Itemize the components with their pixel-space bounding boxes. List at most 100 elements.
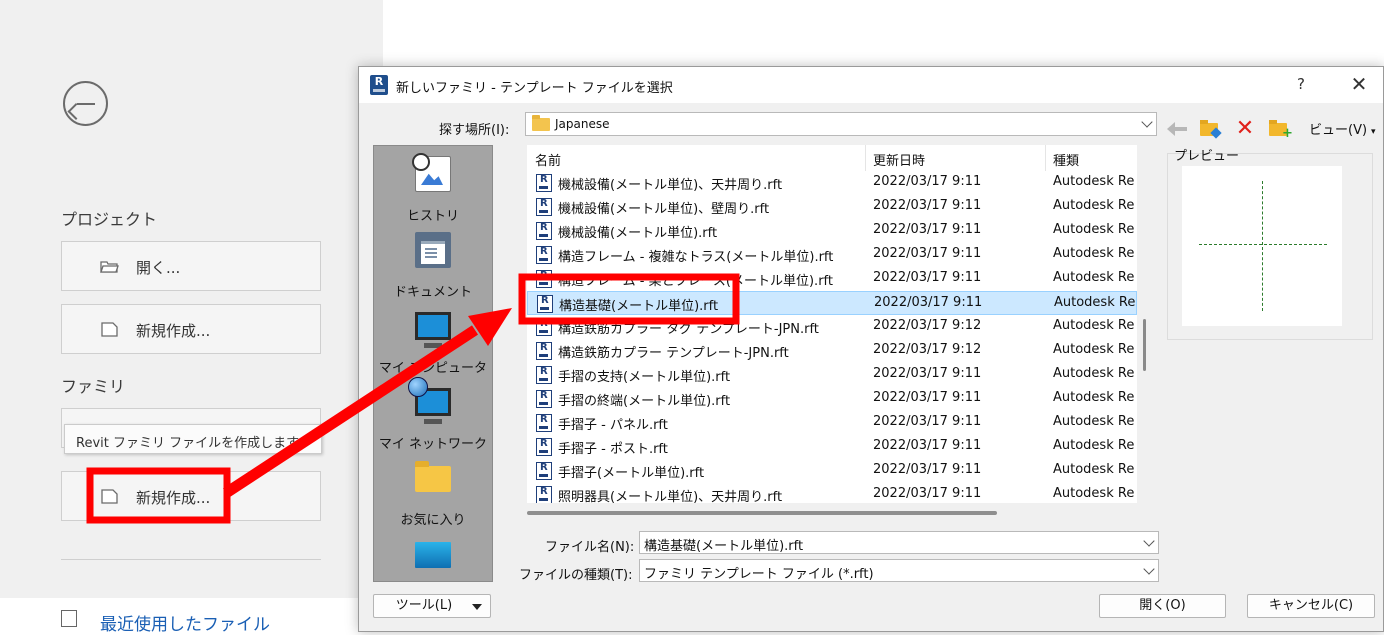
revit-app-icon: R <box>370 75 388 95</box>
back-button[interactable] <box>63 81 108 126</box>
file-list-scrollbar[interactable] <box>1143 147 1147 499</box>
file-name: 機械設備(メートル単位).rft <box>558 226 718 241</box>
network-icon <box>408 377 451 424</box>
rft-file-icon <box>536 246 552 264</box>
back-arrow-icon <box>77 102 95 105</box>
file-date: 2022/03/17 9:11 <box>873 438 982 453</box>
close-button[interactable]: ✕ <box>1347 73 1371 97</box>
desktop-icon <box>415 542 451 568</box>
places-item-documents[interactable]: ドキュメント <box>374 224 492 300</box>
filetype-combo[interactable]: ファミリ テンプレート ファイル (*.rft) <box>639 559 1159 582</box>
file-row[interactable]: 手摺の終端(メートル単位).rft 2022/03/17 9:11 Autodesk… <box>527 387 1137 411</box>
open-project-label: 開く... <box>136 259 181 277</box>
file-date: 2022/03/17 9:11 <box>874 295 983 310</box>
back-arrow-icon[interactable] <box>1167 119 1189 139</box>
places-item-desktop[interactable] <box>374 528 492 581</box>
column-header-type[interactable]: 種類 <box>1053 150 1079 169</box>
file-name: 手摺の支持(メートル単位).rft <box>558 370 731 385</box>
places-bar: ヒストリ ドキュメント マイ コンピュータ マイ ネットワーク お気に入り <box>373 145 493 582</box>
places-item-network[interactable]: マイ ネットワーク <box>374 376 492 452</box>
file-type: Autodesk Re <box>1053 246 1135 261</box>
tools-label: ツール(L) <box>395 598 453 613</box>
rft-file-icon <box>536 174 552 192</box>
file-row[interactable]: 機械設備(メートル単位)、天井周り.rft 2022/03/17 9:11 Auto… <box>527 171 1137 195</box>
file-list: ^ 名前 更新日時 種類 機械設備(メートル単位)、天井周り.rft 2022/0… <box>527 145 1137 503</box>
file-date: 2022/03/17 9:12 <box>873 318 982 333</box>
places-label: ヒストリ <box>406 209 459 224</box>
family-section-label: ファミリ <box>61 377 126 396</box>
file-row[interactable]: 照明器具(メートル単位)、天井周り.rft 2022/03/17 9:11 Auto… <box>527 483 1137 503</box>
view-menu-button[interactable]: ビュー(V) ▾ <box>1309 119 1376 138</box>
rft-file-icon <box>536 366 552 384</box>
chevron-down-icon[interactable] <box>1143 535 1155 547</box>
sort-ascending-icon: ^ <box>692 145 701 151</box>
recent-files-link[interactable]: 最近使用したファイル <box>0 598 383 635</box>
scrollbar-thumb[interactable] <box>1143 319 1146 371</box>
file-row[interactable]: 構造フレーム - 梁とブレース(メートル単位).rft 2022/03/17 9:… <box>527 267 1137 291</box>
rft-file-icon <box>537 295 553 313</box>
open-project-button[interactable]: 開く... <box>61 241 321 291</box>
chevron-down-icon[interactable] <box>1141 116 1153 128</box>
view-menu-label: ビュー(V) <box>1309 123 1368 138</box>
column-header-name[interactable]: 名前 <box>535 150 561 169</box>
rft-file-icon <box>536 390 552 408</box>
reference-plane-horizontal <box>1199 244 1327 245</box>
file-row[interactable]: 構造フレーム - 複雑なトラス(メートル単位).rft 2022/03/17 9:… <box>527 243 1137 267</box>
dropdown-arrow-icon <box>472 604 482 610</box>
file-row[interactable]: 機械設備(メートル単位)、壁周り.rft 2022/03/17 9:11 Autod… <box>527 195 1137 219</box>
rft-file-icon <box>536 198 552 216</box>
new-family-label: 新規作成... <box>136 489 211 507</box>
up-one-level-icon[interactable] <box>1200 119 1222 139</box>
revit-home-panel: プロジェクト 開く... 新規作成... ファミリ Revit ファミリ ファイ… <box>0 0 383 635</box>
new-project-button[interactable]: 新規作成... <box>61 304 321 354</box>
places-label: ドキュメント <box>393 285 472 300</box>
open-button[interactable]: 開く(O) <box>1099 594 1226 618</box>
file-name: 照明器具(メートル単位)、天井周り.rft <box>558 490 783 503</box>
file-type: Autodesk Re <box>1053 390 1135 405</box>
places-label: マイ コンピュータ <box>378 361 488 376</box>
places-item-favorites[interactable]: お気に入り <box>374 452 492 528</box>
chevron-down-icon[interactable] <box>1143 563 1155 575</box>
help-button[interactable]: ? <box>1291 75 1311 95</box>
history-icon <box>412 153 451 192</box>
file-type: Autodesk Re <box>1053 198 1135 213</box>
file-date: 2022/03/17 9:11 <box>873 462 982 477</box>
delete-icon[interactable]: ✕ <box>1234 118 1256 140</box>
rft-file-icon <box>536 270 552 288</box>
horizontal-scrollbar[interactable] <box>527 511 997 515</box>
folder-icon <box>532 115 550 131</box>
column-header-date[interactable]: 更新日時 <box>873 150 925 169</box>
filetype-label: ファイルの種類(T): <box>519 568 633 583</box>
file-row[interactable]: 手摺の支持(メートル単位).rft 2022/03/17 9:11 Autodesk… <box>527 363 1137 387</box>
rft-file-icon <box>536 438 552 456</box>
new-folder-icon[interactable]: + <box>1269 119 1293 140</box>
preview-image <box>1182 166 1342 326</box>
file-date: 2022/03/17 9:11 <box>873 222 982 237</box>
file-date: 2022/03/17 9:11 <box>873 414 982 429</box>
file-date: 2022/03/17 9:11 <box>873 246 982 261</box>
new-family-button[interactable]: 新規作成... <box>61 471 321 521</box>
file-row[interactable]: 機械設備(メートル単位).rft 2022/03/17 9:11 Autodesk … <box>527 219 1137 243</box>
recent-files-label: 最近使用したファイル <box>100 615 270 635</box>
tools-button[interactable]: ツール(L) <box>373 594 491 618</box>
file-row[interactable]: 構造鉄筋カプラー タグ テンプレート-JPN.rft 2022/03/17 9:1… <box>527 315 1137 339</box>
file-type: Autodesk Re <box>1053 318 1135 333</box>
file-type: Autodesk Re <box>1053 486 1135 501</box>
cancel-button[interactable]: キャンセル(C) <box>1247 594 1375 618</box>
file-name: 構造フレーム - 複雑なトラス(メートル単位).rft <box>558 250 834 265</box>
file-row[interactable]: 手摺子(メートル単位).rft 2022/03/17 9:11 Autodesk R… <box>527 459 1137 483</box>
look-in-dropdown[interactable]: Japanese <box>525 112 1157 136</box>
file-row[interactable]: 構造基礎(メートル単位).rft 2022/03/17 9:11 Autodesk … <box>527 291 1137 315</box>
file-row[interactable]: 手摺子 - ポスト.rft 2022/03/17 9:11 Autodesk Re <box>527 435 1137 459</box>
filename-combo[interactable]: 構造基礎(メートル単位).rft <box>639 531 1159 554</box>
file-type: Autodesk Re <box>1053 222 1135 237</box>
places-item-history[interactable]: ヒストリ <box>374 148 492 224</box>
filetype-value: ファミリ テンプレート ファイル (*.rft) <box>644 567 874 582</box>
file-type: Autodesk Re <box>1053 414 1135 429</box>
new-project-label: 新規作成... <box>136 322 211 340</box>
file-type: Autodesk Re <box>1053 342 1135 357</box>
file-name: 手摺子(メートル単位).rft <box>558 466 705 481</box>
file-row[interactable]: 構造鉄筋カプラー テンプレート-JPN.rft 2022/03/17 9:12 Au… <box>527 339 1137 363</box>
places-item-computer[interactable]: マイ コンピュータ <box>374 300 492 376</box>
file-row[interactable]: 手摺子 - パネル.rft 2022/03/17 9:11 Autodesk Re <box>527 411 1137 435</box>
